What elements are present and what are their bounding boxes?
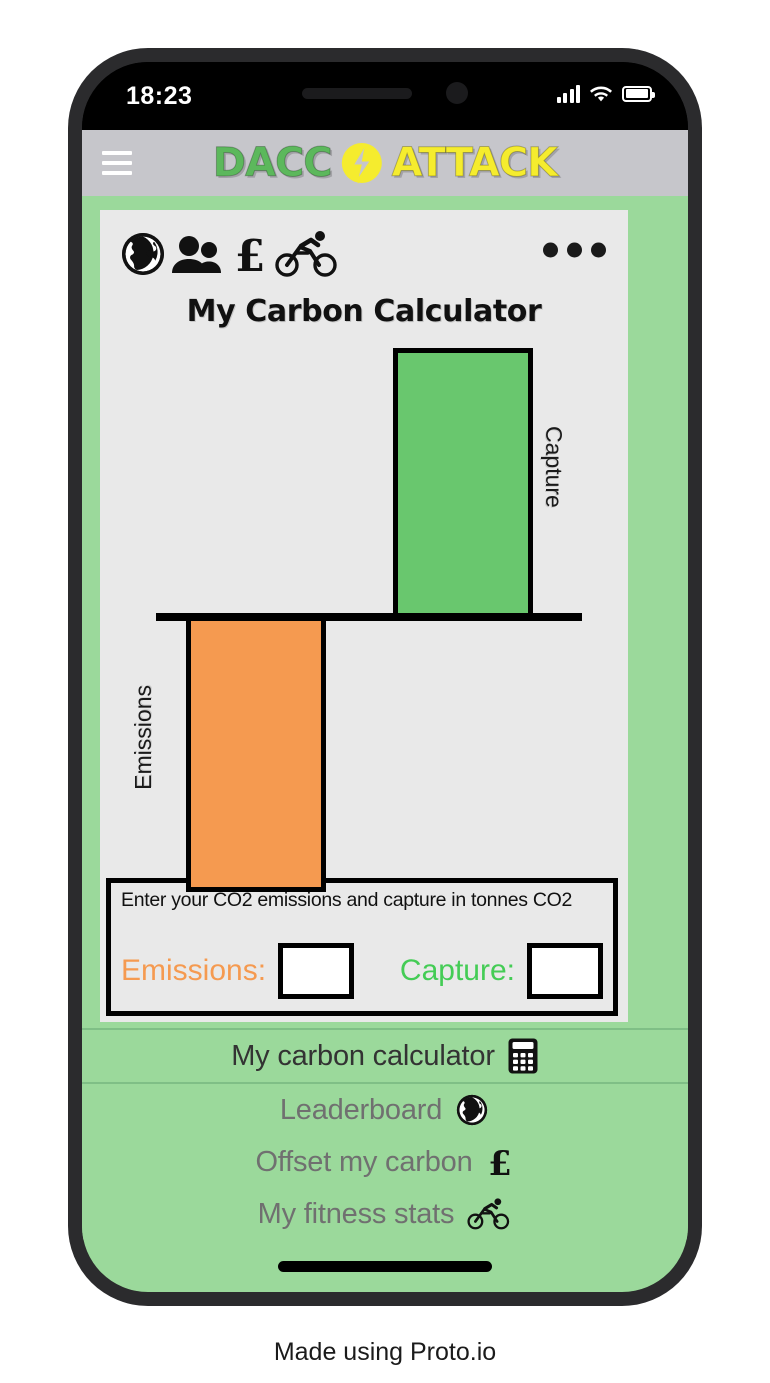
svg-text:£: £ [488, 1144, 512, 1181]
front-camera-icon [446, 82, 468, 104]
speaker-grille-icon [302, 87, 412, 99]
three-dots-icon[interactable] [543, 242, 606, 258]
input-panel-hint: Enter your CO2 emissions and capture in … [121, 889, 573, 911]
wifi-icon [590, 86, 612, 102]
status-bar: 18:23 [82, 62, 688, 130]
status-bar-indicators [556, 84, 655, 103]
signal-bars-icon [556, 84, 580, 103]
brand-text-attack: ATTACK [391, 140, 559, 186]
bottom-menu: My carbon calculator Leaderboard Offset … [82, 1028, 688, 1240]
calculator-icon [508, 1038, 538, 1074]
hamburger-icon[interactable] [102, 151, 132, 175]
app-screen: DACC ATTACK £ My Carbon Calculator Captu… [82, 130, 688, 1292]
bicycle-icon[interactable] [274, 229, 340, 279]
globe-icon[interactable] [118, 229, 168, 279]
capture-label: Capture: [399, 954, 515, 987]
bicycle-icon [467, 1198, 510, 1230]
notch [302, 80, 468, 106]
phone-frame: 18:23 DACC ATTACK £ My Carbon Calculator… [68, 48, 702, 1306]
input-panel-fields: Emissions: Capture: [121, 943, 603, 999]
capture-input[interactable] [527, 943, 603, 999]
svg-text:£: £ [235, 231, 266, 279]
globe-icon [457, 1094, 488, 1126]
bar-capture [393, 348, 533, 618]
bar-emissions [186, 616, 326, 892]
status-bar-time: 18:23 [126, 82, 193, 110]
menu-label-leaderboard: Leaderboard [279, 1093, 443, 1126]
input-panel: Enter your CO2 emissions and capture in … [106, 878, 618, 1016]
home-indicator[interactable] [278, 1261, 492, 1272]
emissions-label: Emissions: [121, 954, 267, 987]
page-title: My Carbon Calculator [186, 294, 542, 329]
menu-item-my-carbon-calculator[interactable]: My carbon calculator [82, 1028, 688, 1084]
menu-label-my-carbon-calculator: My carbon calculator [231, 1039, 495, 1072]
app-brand: DACC ATTACK [212, 140, 559, 186]
carbon-bar-chart: Capture Emissions [100, 330, 628, 940]
menu-item-leaderboard[interactable]: Leaderboard [82, 1084, 688, 1136]
menu-label-my-fitness-stats: My fitness stats [257, 1197, 455, 1230]
capture-field-group: Capture: [400, 943, 603, 999]
footer-caption: Made using Proto.io [273, 1338, 497, 1366]
menu-label-offset-my-carbon: Offset my carbon [255, 1145, 473, 1178]
pound-sterling-icon[interactable]: £ [228, 229, 272, 279]
bar-label-capture: Capture [541, 426, 567, 508]
menu-item-my-fitness-stats[interactable]: My fitness stats [82, 1188, 688, 1240]
phone-screen: 18:23 DACC ATTACK £ My Carbon Calculator… [82, 62, 688, 1292]
chart-zero-axis [156, 613, 582, 621]
app-header: DACC ATTACK [82, 130, 688, 196]
menu-item-offset-my-carbon[interactable]: Offset my carbon £ [82, 1136, 688, 1188]
people-icon[interactable] [170, 229, 226, 279]
bar-label-emissions: Emissions [130, 685, 156, 790]
pound-sterling-icon: £ [488, 1144, 512, 1181]
lightning-bolt-icon [340, 141, 384, 185]
battery-icon [622, 85, 655, 102]
card-icon-row: £ [100, 210, 628, 290]
brand-text-dacc: DACC [212, 140, 333, 186]
emissions-field-group: Emissions: [121, 943, 355, 999]
emissions-input[interactable] [278, 943, 355, 999]
carbon-calculator-card: £ My Carbon Calculator Capture Emissions… [100, 210, 628, 1022]
